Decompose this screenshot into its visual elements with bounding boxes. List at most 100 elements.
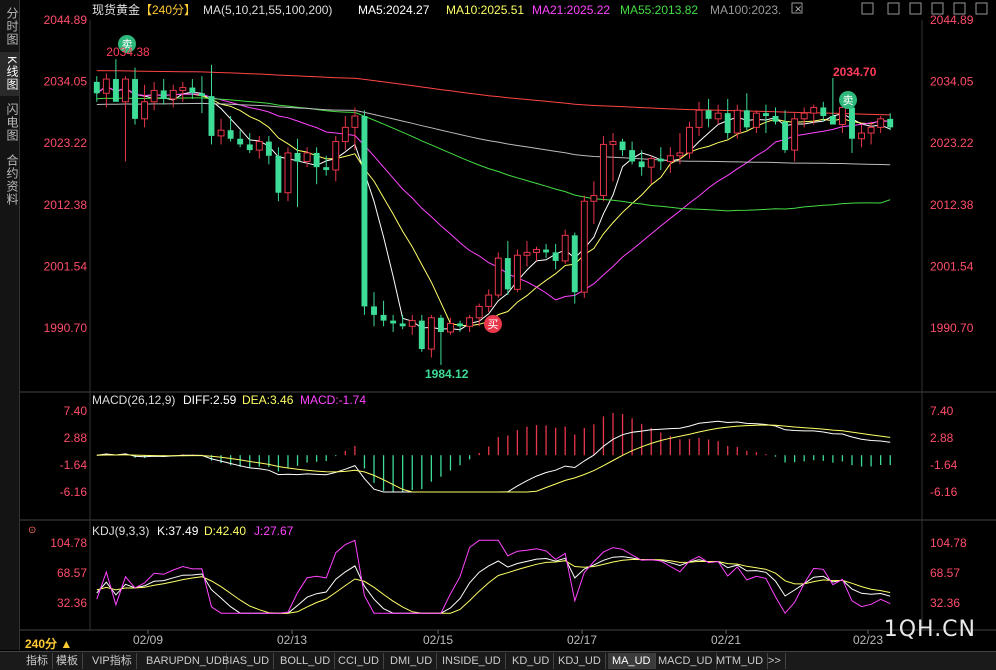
x-tick-label: 02/15 [423, 633, 453, 647]
macd-label[interactable]: MACD(26,12,9) [92, 393, 175, 407]
candle-body [93, 81, 100, 94]
ma5-value: MA5:2024.27 [358, 3, 430, 17]
ma55-value: MA55:2013.82 [620, 3, 698, 17]
ma100-line [96, 102, 891, 166]
indicator-tab[interactable]: 模板 [52, 653, 83, 669]
candle-body [102, 78, 110, 94]
ma200-line [96, 70, 891, 116]
candle-body [351, 115, 359, 128]
candle-body [877, 118, 885, 128]
candle-body [609, 141, 617, 145]
macd-tick-right: -1.64 [930, 458, 958, 472]
candle-body [590, 195, 598, 202]
kdj-tick-left: 68.57 [57, 566, 87, 580]
indicator-tab[interactable]: 指标 [22, 653, 53, 669]
candle-body [371, 306, 377, 315]
kline-chart[interactable]: 2044.89 2044.89 2034.05 2034.05 2023.22 2023.… [0, 0, 996, 650]
kdj-k-line [96, 556, 891, 614]
sell-signal-2[interactable]: 卖 [839, 91, 857, 109]
indicator-tab[interactable]: MA_UD [608, 653, 656, 669]
candle-body [657, 158, 664, 162]
candle-body [638, 161, 645, 168]
kdj-tick-left: 32.36 [57, 596, 87, 610]
candle-body [246, 144, 253, 151]
maximize-icon[interactable] [909, 2, 922, 15]
candle-body [552, 252, 559, 261]
candle-body [867, 126, 875, 134]
ma5-line [96, 85, 891, 331]
kdj-tick-left: 104.78 [50, 536, 87, 550]
kdj-settings-icon[interactable]: ⊙ [28, 525, 36, 536]
candle-body [208, 96, 215, 136]
x-tick-label: 02/21 [711, 633, 741, 647]
candle-body [341, 126, 349, 143]
x-tick-label: 02/23 [853, 633, 883, 647]
candle-body [782, 121, 789, 151]
price-tick-right: 2001.54 [930, 259, 974, 273]
macd-tick-right: 7.40 [930, 404, 954, 418]
x-tick-label: 02/13 [277, 633, 307, 647]
indicator-tab[interactable]: MACD_UD [654, 653, 718, 669]
candle-body [580, 200, 588, 293]
price-tick-right: 2034.05 [930, 75, 974, 89]
indicator-tab[interactable]: >> [764, 653, 786, 669]
candle-body [887, 118, 894, 128]
indicator-tab[interactable]: BARUPDN_UD [142, 653, 227, 669]
candle-body [447, 322, 454, 333]
ma21-value: MA21:2025.22 [532, 3, 610, 17]
watermark: 1QH.CN [883, 617, 976, 642]
candle-body [169, 89, 177, 100]
indicator-tab[interactable]: DMI_UD [386, 653, 438, 669]
indicator-tab[interactable]: BIAS_UD [218, 653, 275, 669]
close-glyph: × [794, 4, 802, 15]
candle-body [772, 115, 779, 122]
indicator-tab[interactable]: KD_UD [508, 653, 555, 669]
candle-body [523, 251, 531, 256]
buy-signal[interactable]: 买 [484, 315, 502, 333]
x-tick-label: 02/09 [133, 633, 163, 647]
indicator-tab[interactable]: KDJ_UD [554, 653, 606, 669]
candle-body [408, 320, 416, 327]
ma-indicator-label[interactable]: MA(5,10,21,55,100,200) [203, 3, 332, 17]
price-tick-right: 1990.70 [930, 321, 974, 335]
candle-body [361, 115, 368, 307]
candle-body [380, 314, 387, 321]
period-selector[interactable]: 240分 ▲ [25, 635, 72, 652]
candle-body [255, 141, 263, 151]
indicator-tab[interactable]: INSIDE_UD [438, 653, 506, 669]
candle-body [121, 78, 129, 103]
kdj-label[interactable]: KDJ(9,3,3) [92, 524, 149, 538]
candle-body [237, 138, 244, 145]
candle-body [513, 254, 521, 290]
kdj-tick-right: 68.57 [930, 566, 960, 580]
ma-lines [96, 70, 891, 331]
settings-icon[interactable] [887, 2, 900, 15]
indicator-tab[interactable]: CCI_UD [334, 653, 384, 669]
sell1-price: 2034.38 [106, 45, 150, 59]
indicator-tab[interactable]: MTM_UD [712, 653, 769, 669]
window-close-icon[interactable] [975, 2, 988, 15]
candle-body [647, 158, 655, 168]
candle-body [599, 143, 607, 197]
axes: 2044.89 2044.89 2034.05 2034.05 2023.22 2023.… [44, 13, 974, 647]
candle-body [791, 118, 799, 151]
macd-tick-left: 2.88 [64, 431, 88, 445]
indicator-tab[interactable]: VIP指标 [88, 653, 137, 669]
candle-body [666, 155, 674, 162]
macd-tick-left: -1.64 [60, 458, 88, 472]
candle-body [714, 112, 722, 120]
candle-body [475, 305, 483, 319]
grid-icon[interactable] [861, 2, 874, 15]
candle-body [217, 129, 225, 137]
candle-body [705, 110, 712, 119]
price-tick-left: 1990.70 [44, 321, 88, 335]
candle-body [112, 79, 119, 102]
x-tick-label: 02/17 [567, 633, 597, 647]
candle-body [810, 106, 818, 114]
kdj-tick-right: 32.36 [930, 596, 960, 610]
indicator-tab[interactable]: BOLL_UD [276, 653, 336, 669]
ma10-value: MA10:2025.51 [446, 3, 524, 17]
candle-body [323, 167, 330, 170]
candle-body [743, 110, 750, 128]
price-tick-left: 2023.22 [44, 136, 88, 150]
